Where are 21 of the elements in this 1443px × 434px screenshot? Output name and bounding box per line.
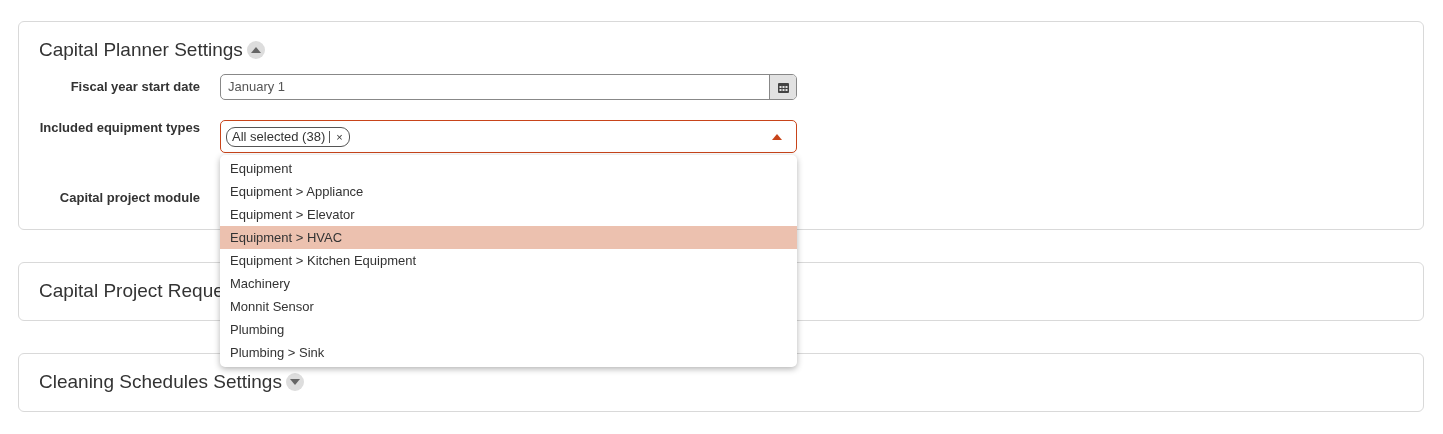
date-field[interactable]: January 1 <box>220 74 797 100</box>
collapse-icon[interactable] <box>246 41 265 59</box>
dropdown-option[interactable]: Monnit Sensor <box>220 295 797 318</box>
field-label: Included equipment types <box>39 120 200 136</box>
remove-button[interactable]: × <box>329 130 349 143</box>
dropdown-option[interactable]: Machinery <box>220 272 797 295</box>
dropdown-option[interactable]: Equipment > Elevator <box>220 203 797 226</box>
calendar-icon[interactable] <box>769 75 796 99</box>
dropdown-option[interactable]: Equipment <box>220 157 797 180</box>
section-title: Capital Planner Settings <box>39 39 243 61</box>
dropdown-option[interactable]: Equipment > HVAC <box>220 226 797 249</box>
chip-label: All selected (38) <box>231 129 327 144</box>
field-label: Capital project module <box>58 190 200 206</box>
expand-icon[interactable] <box>285 373 304 391</box>
dropdown-option[interactable]: Equipment > Appliance <box>220 180 797 203</box>
dropdown-option[interactable]: Plumbing > Sink <box>220 341 797 364</box>
section-title: Cleaning Schedules Settings <box>39 371 282 393</box>
field-label: Fiscal year start date <box>69 78 200 95</box>
dropdown-option[interactable]: Plumbing <box>220 318 797 341</box>
caret-icon[interactable] <box>772 133 782 140</box>
dropdown-option[interactable]: Equipment > Kitchen Equipment <box>220 249 797 272</box>
